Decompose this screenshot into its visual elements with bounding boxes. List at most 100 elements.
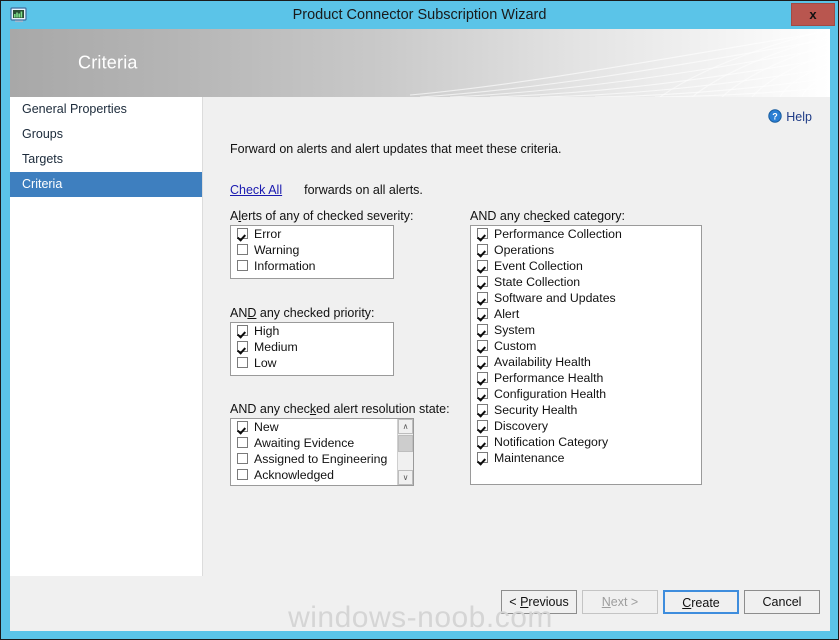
category-item-label: Operations xyxy=(494,243,555,257)
resolution-state-item-new[interactable]: New xyxy=(231,419,413,435)
category-item-label: Custom xyxy=(494,339,537,353)
resolution-state-item-awaiting-evidence[interactable]: Awaiting Evidence xyxy=(231,435,413,451)
help-question-icon: ? xyxy=(768,109,782,123)
category-item-label: Notification Category xyxy=(494,435,609,449)
checkbox-icon[interactable] xyxy=(237,260,248,271)
create-button[interactable]: Create xyxy=(663,590,739,614)
checkbox-icon[interactable] xyxy=(477,276,488,287)
priority-listbox[interactable]: High Medium Low xyxy=(230,322,394,376)
intro-text: Forward on alerts and alert updates that… xyxy=(230,142,562,156)
help-link[interactable]: ? Help xyxy=(768,109,812,124)
category-item-label: Maintenance xyxy=(494,451,565,465)
scroll-down-icon[interactable]: ∨ xyxy=(398,470,413,485)
checkbox-icon[interactable] xyxy=(237,341,248,352)
category-item-operations[interactable]: Operations xyxy=(471,242,701,258)
checkbox-icon[interactable] xyxy=(477,420,488,431)
checkbox-icon[interactable] xyxy=(477,436,488,447)
previous-button[interactable]: < Previous xyxy=(501,590,577,614)
category-item-configuration-health[interactable]: Configuration Health xyxy=(471,386,701,402)
checkbox-icon[interactable] xyxy=(477,324,488,335)
category-item-notification-category[interactable]: Notification Category xyxy=(471,434,701,450)
checkbox-icon[interactable] xyxy=(477,356,488,367)
category-item-label: Performance Health xyxy=(494,371,604,385)
checkbox-icon[interactable] xyxy=(237,228,248,239)
resolution-state-item-assigned-to-engineering[interactable]: Assigned to Engineering xyxy=(231,451,413,467)
priority-item-medium[interactable]: Medium xyxy=(231,339,393,355)
checkbox-icon[interactable] xyxy=(477,372,488,383)
category-item-system[interactable]: System xyxy=(471,322,701,338)
category-item-discovery[interactable]: Discovery xyxy=(471,418,701,434)
resolution-state-item-acknowledged[interactable]: Acknowledged xyxy=(231,467,413,483)
check-all-link[interactable]: Check All xyxy=(230,183,282,197)
window-title: Product Connector Subscription Wizard xyxy=(292,7,547,23)
category-group-label: AND any checked category: xyxy=(470,209,625,223)
checkbox-icon[interactable] xyxy=(477,228,488,239)
next-button: Next > xyxy=(582,590,658,614)
priority-item-high[interactable]: High xyxy=(231,323,393,339)
severity-item-information[interactable]: Information xyxy=(231,258,393,274)
checkbox-icon[interactable] xyxy=(237,325,248,336)
category-item-label: Availability Health xyxy=(494,355,591,369)
sidebar-item-criteria[interactable]: Criteria xyxy=(10,172,202,197)
title-bar: Product Connector Subscription Wizard x xyxy=(1,1,838,29)
close-button[interactable]: x xyxy=(791,3,835,26)
checkbox-icon[interactable] xyxy=(237,421,248,432)
checkbox-icon[interactable] xyxy=(237,469,248,480)
category-item-label: Configuration Health xyxy=(494,387,607,401)
category-item-label: State Collection xyxy=(494,275,581,289)
checkbox-icon[interactable] xyxy=(477,292,488,303)
category-item-label: Event Collection xyxy=(494,259,583,273)
category-item-label: Performance Collection xyxy=(494,227,622,241)
priority-item-low[interactable]: Low xyxy=(231,355,393,371)
category-item-software-and-updates[interactable]: Software and Updates xyxy=(471,290,701,306)
category-listbox[interactable]: Performance Collection Operations Event Co… xyxy=(470,225,702,485)
category-item-custom[interactable]: Custom xyxy=(471,338,701,354)
category-item-label: Software and Updates xyxy=(494,291,616,305)
category-item-label: Alert xyxy=(494,307,520,321)
sidebar-item-targets[interactable]: Targets xyxy=(10,147,202,172)
resolution-state-scrollbar[interactable]: ∧ ∨ xyxy=(397,419,413,485)
checkbox-icon[interactable] xyxy=(477,260,488,271)
category-item-performance-collection[interactable]: Performance Collection xyxy=(471,226,701,242)
sidebar-item-general-properties[interactable]: General Properties xyxy=(10,97,202,122)
category-item-state-collection[interactable]: State Collection xyxy=(471,274,701,290)
checkbox-icon[interactable] xyxy=(477,340,488,351)
category-item-security-health[interactable]: Security Health xyxy=(471,402,701,418)
page-title: Criteria xyxy=(78,52,138,73)
sidebar-item-groups[interactable]: Groups xyxy=(10,122,202,147)
svg-text:?: ? xyxy=(773,111,779,121)
checkbox-icon[interactable] xyxy=(477,452,488,463)
wizard-window: Product Connector Subscription Wizard x xyxy=(0,0,839,640)
cancel-button[interactable]: Cancel xyxy=(744,590,820,614)
category-item-event-collection[interactable]: Event Collection xyxy=(471,258,701,274)
checkbox-icon[interactable] xyxy=(477,244,488,255)
criteria-pane: ? Help Forward on alerts and alert updat… xyxy=(203,97,830,576)
resolution-state-group-label: AND any checked alert resolution state: xyxy=(230,402,450,416)
wizard-steps-nav: General Properties Groups Targets Criter… xyxy=(10,97,203,576)
priority-group-label: AND any checked priority: xyxy=(230,306,375,320)
category-item-label: System xyxy=(494,323,535,337)
severity-item-error[interactable]: Error xyxy=(231,226,393,242)
scrollbar-thumb[interactable] xyxy=(398,435,413,452)
checkbox-icon[interactable] xyxy=(237,437,248,448)
category-item-label: Security Health xyxy=(494,403,578,417)
scroll-up-icon[interactable]: ∧ xyxy=(398,419,413,434)
severity-group-label: Alerts of any of checked severity: xyxy=(230,209,414,223)
severity-listbox[interactable]: Error Warning Information xyxy=(230,225,394,279)
category-item-maintenance[interactable]: Maintenance xyxy=(471,450,701,466)
severity-item-warning[interactable]: Warning xyxy=(231,242,393,258)
checkbox-icon[interactable] xyxy=(477,388,488,399)
checkbox-icon[interactable] xyxy=(237,453,248,464)
checkbox-icon[interactable] xyxy=(237,357,248,368)
checkbox-icon[interactable] xyxy=(477,404,488,415)
wizard-banner: Criteria xyxy=(10,29,830,97)
checkbox-icon[interactable] xyxy=(237,244,248,255)
category-item-alert[interactable]: Alert xyxy=(471,306,701,322)
resolution-state-listbox[interactable]: New Awaiting Evidence Assigned to Engine… xyxy=(230,418,414,486)
category-item-availability-health[interactable]: Availability Health xyxy=(471,354,701,370)
category-item-performance-health[interactable]: Performance Health xyxy=(471,370,701,386)
banner-mesh-graphic xyxy=(410,29,830,97)
checkbox-icon[interactable] xyxy=(477,308,488,319)
wizard-footer: < Previous Next > Create Cancel xyxy=(10,576,830,631)
check-all-description: forwards on all alerts. xyxy=(304,183,423,197)
